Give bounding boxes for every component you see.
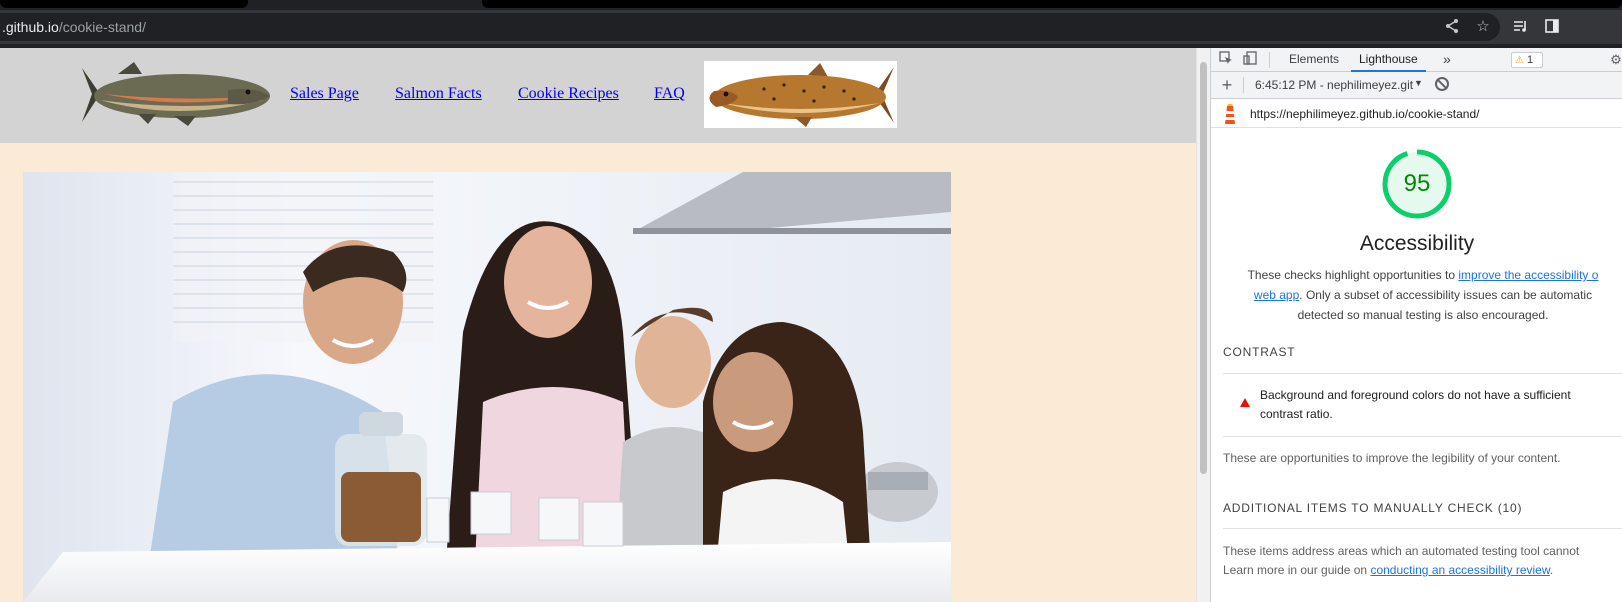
tab-elements[interactable]: Elements [1281,48,1347,72]
group-divider [1223,528,1622,529]
family-kitchen-photo [23,172,951,602]
fail-triangle-icon [1240,398,1250,407]
clear-reports-icon[interactable] [1435,77,1449,91]
nav-salmon-facts[interactable]: Salmon Facts [395,85,482,103]
settings-gear-icon[interactable]: ⚙ [1607,51,1622,69]
group-divider [1223,436,1622,437]
improve-accessibility-link[interactable]: improve the accessibility o [1458,268,1598,282]
tabbar-separator [1269,52,1270,68]
nav-sales-page[interactable]: Sales Page [290,85,359,103]
warnings-badge[interactable]: ⚠ 1 [1511,52,1543,68]
address-url[interactable]: .github.io/cookie-stand/ [2,13,146,41]
manual-checks-description: These items address areas which an autom… [1223,544,1580,577]
contrast-group-title: CONTRAST [1223,345,1296,359]
inspect-element-icon[interactable] [1217,51,1235,69]
lighthouse-toolbar: + 6:45:12 PM - nephilimeyez.git ▼ [1211,72,1622,99]
page-scrollbar[interactable] [1196,48,1210,602]
tab-lighthouse[interactable]: Lighthouse [1351,48,1426,72]
report-url-bar: https://nephilimeyez.github.io/cookie-st… [1211,100,1622,128]
tab-strip [0,0,1622,10]
accessibility-score: 95 [1403,170,1431,197]
category-title: Accessibility [1359,232,1475,255]
contrast-audit-row[interactable]: Background and foreground colors do not … [1223,374,1622,436]
browser-tab[interactable] [482,0,1622,8]
warning-icon: ⚠ [1515,55,1524,66]
site-header: Sales Page Salmon Facts Cookie Recipes F… [0,48,1196,143]
nav-cookie-recipes[interactable]: Cookie Recipes [518,85,619,103]
toolbar-separator [1243,77,1244,93]
devtools-tabbar: Elements Lighthouse » ⚠ 1 ⚙ [1211,48,1622,72]
web-app-link[interactable]: web app [1254,288,1299,302]
side-panel-icon[interactable] [1543,18,1561,36]
category-description: These checks highlight opportunities to … [1247,268,1599,322]
new-report-plus-icon[interactable]: + [1218,76,1236,94]
report-selector[interactable]: 6:45:12 PM - nephilimeyez.git [1255,78,1413,92]
more-tabs-button[interactable]: » [1435,48,1459,72]
device-toolbar-icon[interactable] [1241,51,1259,69]
url-host: .github.io [2,19,59,35]
salmon-logo-left [82,62,270,126]
browser-toolbar: .github.io/cookie-stand/ ☆ [0,10,1622,44]
audit-title: Background and foreground colors do not … [1260,388,1571,421]
warning-count: 1 [1527,54,1534,66]
lighthouse-logo-icon [1225,104,1235,124]
report-url[interactable]: https://nephilimeyez.github.io/cookie-st… [1250,107,1479,121]
nav-faq[interactable]: FAQ [654,85,685,103]
devtools-panel: Elements Lighthouse » ⚠ 1 ⚙ + 6:45:12 PM… [1210,48,1622,602]
contrast-group-description: These are opportunities to improve the l… [1223,451,1561,465]
share-icon[interactable] [1443,18,1461,36]
address-bar[interactable]: .github.io/cookie-stand/ ☆ [0,13,1500,41]
accessibility-review-link[interactable]: conducting an accessibility review [1370,563,1549,577]
scrollbar-thumb[interactable] [1200,62,1207,474]
reading-list-icon[interactable] [1511,18,1529,36]
url-path: /cookie-stand/ [58,19,146,35]
chevron-down-icon[interactable]: ▼ [1414,78,1423,88]
page-viewport: Sales Page Salmon Facts Cookie Recipes F… [0,48,1196,602]
browser-tab[interactable] [0,0,248,8]
salmon-logo-right [704,61,897,128]
manual-checks-group-title[interactable]: ADDITIONAL ITEMS TO MANUALLY CHECK (10) [1223,501,1522,515]
bookmark-star-icon[interactable]: ☆ [1474,18,1492,36]
